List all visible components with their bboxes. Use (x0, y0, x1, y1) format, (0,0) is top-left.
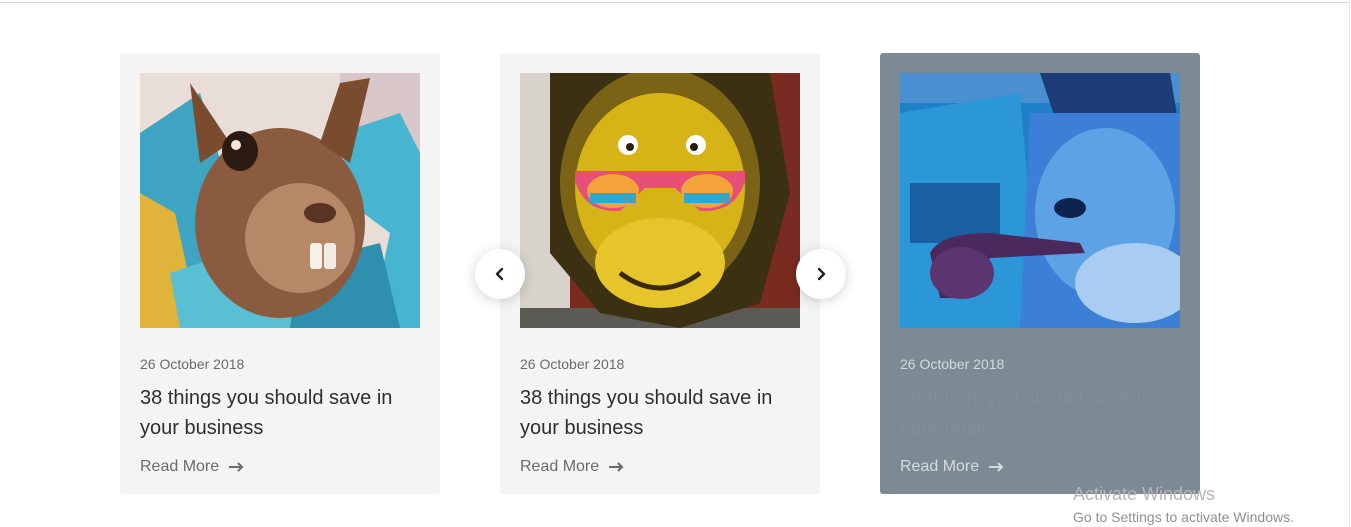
right-divider (1349, 0, 1350, 527)
post-title[interactable]: 38 things you should save in your busine… (140, 383, 420, 443)
post-title[interactable]: 38 things you should save in your busine… (900, 383, 1180, 443)
watermark-subtitle: Go to Settings to activate Windows. (1073, 509, 1294, 525)
blog-card-3-image[interactable] (900, 73, 1180, 328)
blog-card-2[interactable]: 26 October 2018 38 things you should sav… (500, 53, 820, 494)
read-more-label: Read More (900, 458, 980, 475)
graffiti-monkey-sunglasses-image (520, 73, 800, 328)
carousel-prev-button[interactable] (475, 249, 525, 299)
post-date: 26 October 2018 (900, 356, 1005, 372)
blog-card-1[interactable]: 26 October 2018 38 things you should sav… (120, 53, 440, 494)
post-date: 26 October 2018 (520, 356, 625, 372)
read-more-link[interactable]: Read More (140, 458, 245, 476)
graffiti-blue-man-pipe-image (900, 73, 1180, 328)
read-more-label: Read More (140, 458, 220, 475)
carousel-next-button[interactable] (796, 249, 846, 299)
blog-card-2-image[interactable] (520, 73, 800, 328)
blog-card-3[interactable]: 26 October 2018 38 things you should sav… (880, 53, 1200, 494)
chevron-right-icon (817, 267, 826, 281)
post-title[interactable]: 38 things you should save in your busine… (520, 383, 800, 443)
arrow-right-icon (989, 462, 1004, 472)
read-more-label: Read More (520, 458, 600, 475)
post-date: 26 October 2018 (140, 356, 245, 372)
top-divider (0, 2, 1349, 3)
read-more-link[interactable]: Read More (520, 458, 625, 476)
graffiti-squirrel-image (140, 73, 420, 328)
chevron-left-icon (495, 267, 504, 281)
windows-activation-watermark: Activate Windows Go to Settings to activ… (1073, 484, 1294, 525)
arrow-right-icon (229, 462, 244, 472)
blog-card-1-image[interactable] (140, 73, 420, 328)
watermark-title: Activate Windows (1073, 484, 1216, 504)
read-more-link[interactable]: Read More (900, 458, 1005, 476)
arrow-right-icon (609, 462, 624, 472)
